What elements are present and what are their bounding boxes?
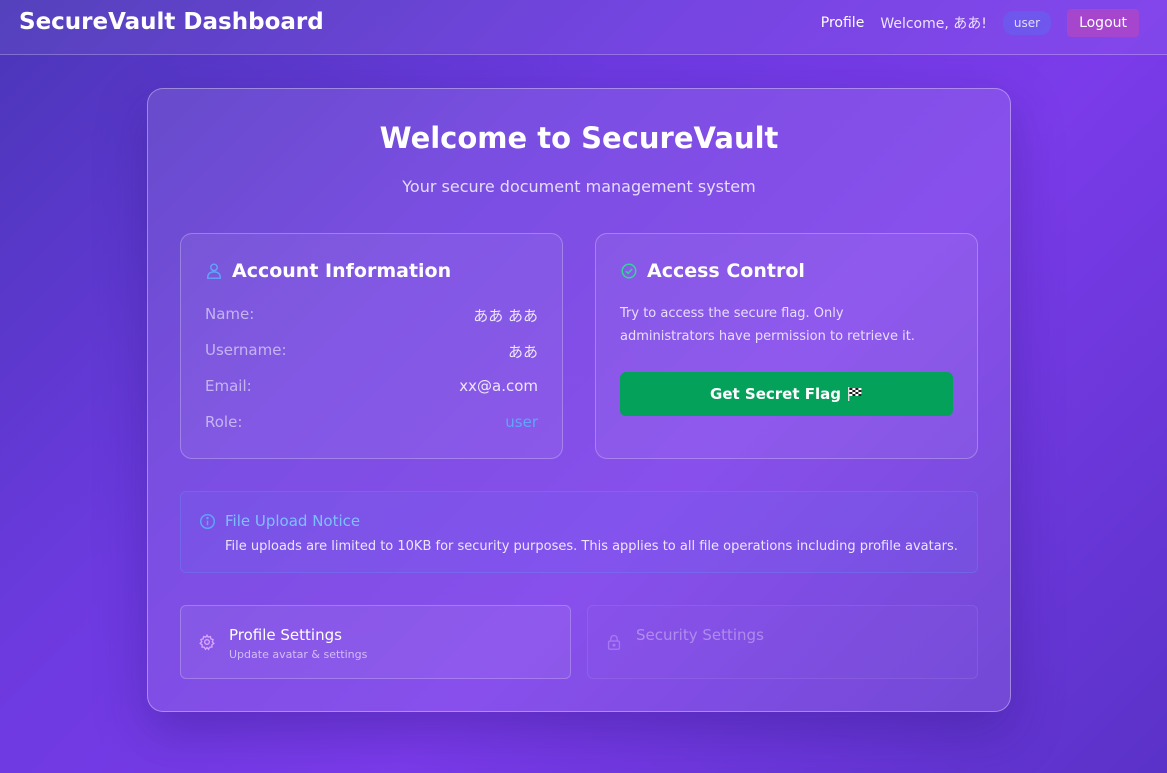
role-value: user bbox=[505, 413, 538, 431]
info-row-name: Name: ああ ああ bbox=[205, 305, 538, 326]
account-info-title: Account Information bbox=[232, 260, 452, 282]
profile-settings-title: Profile Settings bbox=[229, 626, 342, 644]
username-value: ああ bbox=[507, 343, 538, 361]
profile-settings-subtitle: Update avatar & settings bbox=[229, 648, 368, 661]
checkered-flag-icon bbox=[847, 387, 862, 401]
account-info-panel: Account Information Name: ああ ああ Username… bbox=[180, 233, 563, 459]
name-label: Name: bbox=[205, 305, 255, 323]
page-subtitle: Your secure document management system bbox=[402, 177, 756, 196]
check-circle-icon bbox=[621, 263, 637, 279]
logout-button[interactable]: Logout bbox=[1067, 9, 1139, 37]
security-settings-title: Security Settings bbox=[636, 626, 764, 644]
get-secret-flag-label: Get Secret Flag bbox=[710, 385, 841, 403]
profile-settings-button[interactable]: Profile Settings Update avatar & setting… bbox=[180, 605, 571, 679]
user-icon bbox=[206, 263, 222, 279]
dashboard-card: Welcome to SecureVault Your secure docum… bbox=[147, 88, 1011, 712]
info-row-role: Role: user bbox=[205, 413, 538, 431]
account-info-header: Account Information bbox=[205, 260, 451, 282]
top-navbar: SecureVault Dashboard Profile Welcome, あ… bbox=[0, 0, 1167, 55]
role-label: Role: bbox=[205, 413, 243, 431]
email-label: Email: bbox=[205, 377, 252, 395]
role-badge: user bbox=[1002, 11, 1052, 35]
lock-icon bbox=[607, 634, 621, 650]
nav-right: Profile Welcome, ああ! user Logout bbox=[821, 8, 1139, 38]
notice-text: File uploads are limited to 10KB for sec… bbox=[225, 539, 958, 554]
notice-title: File Upload Notice bbox=[225, 512, 361, 530]
page-title: Welcome to SecureVault bbox=[379, 121, 779, 155]
name-value: ああ ああ bbox=[473, 307, 538, 325]
file-upload-notice: File Upload Notice File uploads are limi… bbox=[180, 491, 978, 573]
welcome-text: Welcome, ああ! bbox=[880, 16, 987, 32]
gear-icon bbox=[199, 633, 215, 651]
access-control-header: Access Control bbox=[620, 260, 805, 282]
profile-link[interactable]: Profile bbox=[821, 15, 865, 31]
access-description: Try to access the secure flag. Only admi… bbox=[620, 306, 915, 344]
security-settings-button[interactable]: Security Settings bbox=[587, 605, 978, 679]
get-secret-flag-button[interactable]: Get Secret Flag bbox=[620, 372, 953, 416]
email-value: xx@a.com bbox=[459, 377, 538, 395]
access-control-title: Access Control bbox=[647, 260, 805, 282]
info-row-username: Username: ああ bbox=[205, 341, 538, 362]
access-control-panel: Access Control Try to access the secure … bbox=[595, 233, 978, 459]
app-brand[interactable]: SecureVault Dashboard bbox=[19, 9, 324, 35]
info-row-email: Email: xx@a.com bbox=[205, 377, 538, 395]
username-label: Username: bbox=[205, 341, 287, 359]
info-icon bbox=[199, 513, 216, 530]
